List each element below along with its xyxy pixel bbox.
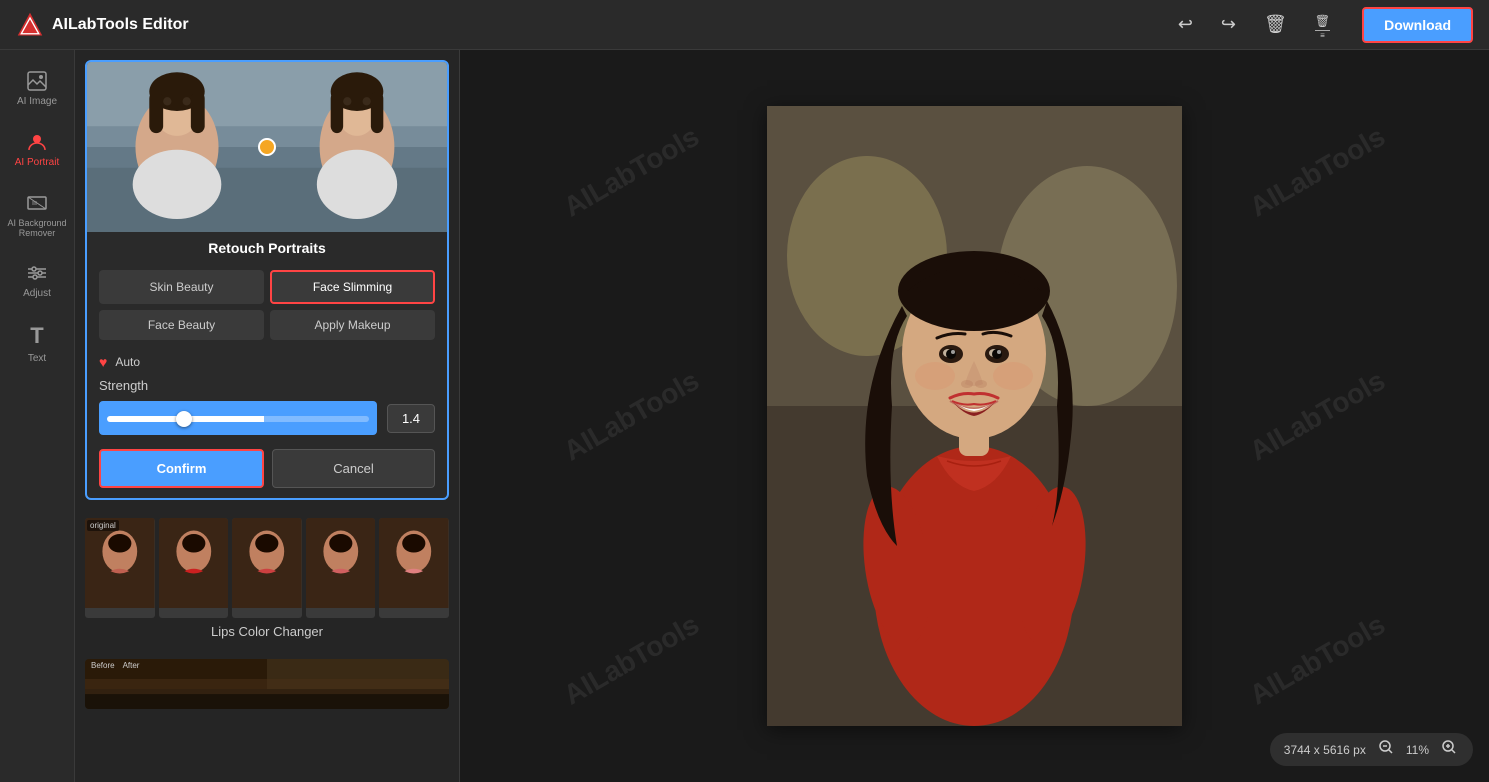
face-beauty-button[interactable]: Face Beauty [99, 310, 264, 340]
lips-thumb-2[interactable] [232, 518, 302, 618]
skin-beauty-button[interactable]: Skin Beauty [99, 270, 264, 304]
auto-heart-icon: ♥ [99, 354, 107, 370]
slider-row: 1.4 [99, 401, 435, 435]
undo-button[interactable]: ↩ [1170, 10, 1201, 39]
zoom-in-icon [1441, 739, 1457, 755]
main-image-container [767, 106, 1182, 726]
confirm-cancel-row: Confirm Cancel [87, 443, 447, 498]
zoom-out-button[interactable] [1376, 739, 1396, 760]
lips-thumb-4[interactable] [379, 518, 449, 618]
before-preview [87, 62, 267, 232]
auto-row: ♥ Auto [99, 354, 435, 370]
more-tools-preview: Before After [75, 651, 459, 717]
toolbar-actions: ↩ ↪ 🗑 🗑≡ Download [1170, 5, 1473, 44]
zoom-in-button[interactable] [1439, 739, 1459, 760]
lips-section: original [75, 510, 459, 651]
main-layout: AI Image AI Portrait AI BackgroundRemove… [0, 50, 1489, 782]
before-image [87, 62, 267, 232]
logo-icon [16, 11, 44, 39]
face-slimming-button[interactable]: Face Slimming [270, 270, 435, 304]
cancel-button[interactable]: Cancel [272, 449, 435, 488]
adjust-label: Adjust [23, 288, 51, 299]
zoom-info: 3744 x 5616 px 11% [1270, 733, 1473, 766]
after-mini: After [123, 661, 140, 670]
app-title: AILabTools Editor [52, 16, 189, 34]
sidebar-item-text[interactable]: T Text [0, 313, 74, 374]
next-tool-preview: Before After [85, 659, 449, 709]
zoom-level: 11% [1406, 743, 1429, 757]
divider-circle [258, 138, 276, 156]
lips-strip: original [85, 518, 449, 618]
original-label: original [87, 520, 119, 531]
canvas-area: AILabTools AILabTools AILabTools AILabTo… [460, 50, 1489, 782]
before-after-mini-label: Before After [91, 661, 139, 670]
after-portrait-svg [267, 62, 447, 232]
sidebar-item-adjust[interactable]: Adjust [0, 252, 74, 309]
lips-thumb-svg-4 [379, 518, 449, 608]
strength-section: ♥ Auto Strength 1.4 [87, 346, 447, 443]
strength-value: 1.4 [387, 404, 435, 433]
before-mini: Before [91, 661, 115, 670]
lips-thumb-original[interactable]: original [85, 518, 155, 618]
bg-remover-icon [26, 192, 48, 214]
lips-thumb-svg-0 [85, 518, 155, 608]
apply-makeup-button[interactable]: Apply Makeup [270, 310, 435, 340]
ai-image-icon [26, 70, 48, 92]
strength-label: Strength [99, 378, 435, 393]
bg-remover-label: AI BackgroundRemover [7, 218, 66, 238]
sidebar-icons: AI Image AI Portrait AI BackgroundRemove… [0, 50, 75, 782]
ai-portrait-label: AI Portrait [15, 157, 59, 168]
ai-image-label: AI Image [17, 96, 57, 107]
strength-slider[interactable] [107, 416, 369, 422]
retouch-card: Before After [85, 60, 449, 500]
after-preview [267, 62, 447, 232]
lips-thumb-1[interactable] [159, 518, 229, 618]
toolbar-left: AILabTools Editor [16, 11, 189, 39]
retouch-options: Skin Beauty Face Slimming Face Beauty Ap… [87, 264, 447, 346]
lips-thumb-3[interactable] [306, 518, 376, 618]
adjust-icon [26, 262, 48, 284]
text-icon: T [30, 323, 43, 349]
sidebar-item-ai-portrait[interactable]: AI Portrait [0, 121, 74, 178]
next-tool-svg [85, 659, 449, 709]
lips-thumb-svg-3 [306, 518, 376, 608]
lips-thumb-svg-1 [159, 518, 229, 608]
ai-portrait-icon [26, 131, 48, 153]
download-button[interactable]: Download [1362, 7, 1473, 43]
sidebar-item-bg-remover[interactable]: AI BackgroundRemover [0, 182, 74, 248]
main-portrait-svg [767, 106, 1182, 726]
sidebar-item-ai-image[interactable]: AI Image [0, 60, 74, 117]
lips-thumb-svg-2 [232, 518, 302, 608]
retouch-preview: Before After [87, 62, 447, 232]
left-panel: Before After [75, 50, 460, 782]
lips-title: Lips Color Changer [85, 618, 449, 643]
zoom-out-icon [1378, 739, 1394, 755]
auto-label: Auto [115, 355, 140, 369]
before-portrait-svg [87, 62, 267, 232]
toolbar: AILabTools Editor ↩ ↪ 🗑 🗑≡ Download [0, 0, 1489, 50]
text-label: Text [28, 353, 46, 364]
delete-button[interactable]: 🗑 [1256, 10, 1295, 39]
clear-button[interactable]: 🗑≡ [1307, 5, 1338, 44]
redo-button[interactable]: ↪ [1213, 10, 1244, 39]
main-portrait [767, 106, 1182, 726]
image-dimensions: 3744 x 5616 px [1284, 743, 1366, 757]
app-logo: AILabTools Editor [16, 11, 189, 39]
retouch-title: Retouch Portraits [87, 232, 447, 264]
after-image [267, 62, 447, 232]
slider-container [99, 401, 377, 435]
confirm-button[interactable]: Confirm [99, 449, 264, 488]
